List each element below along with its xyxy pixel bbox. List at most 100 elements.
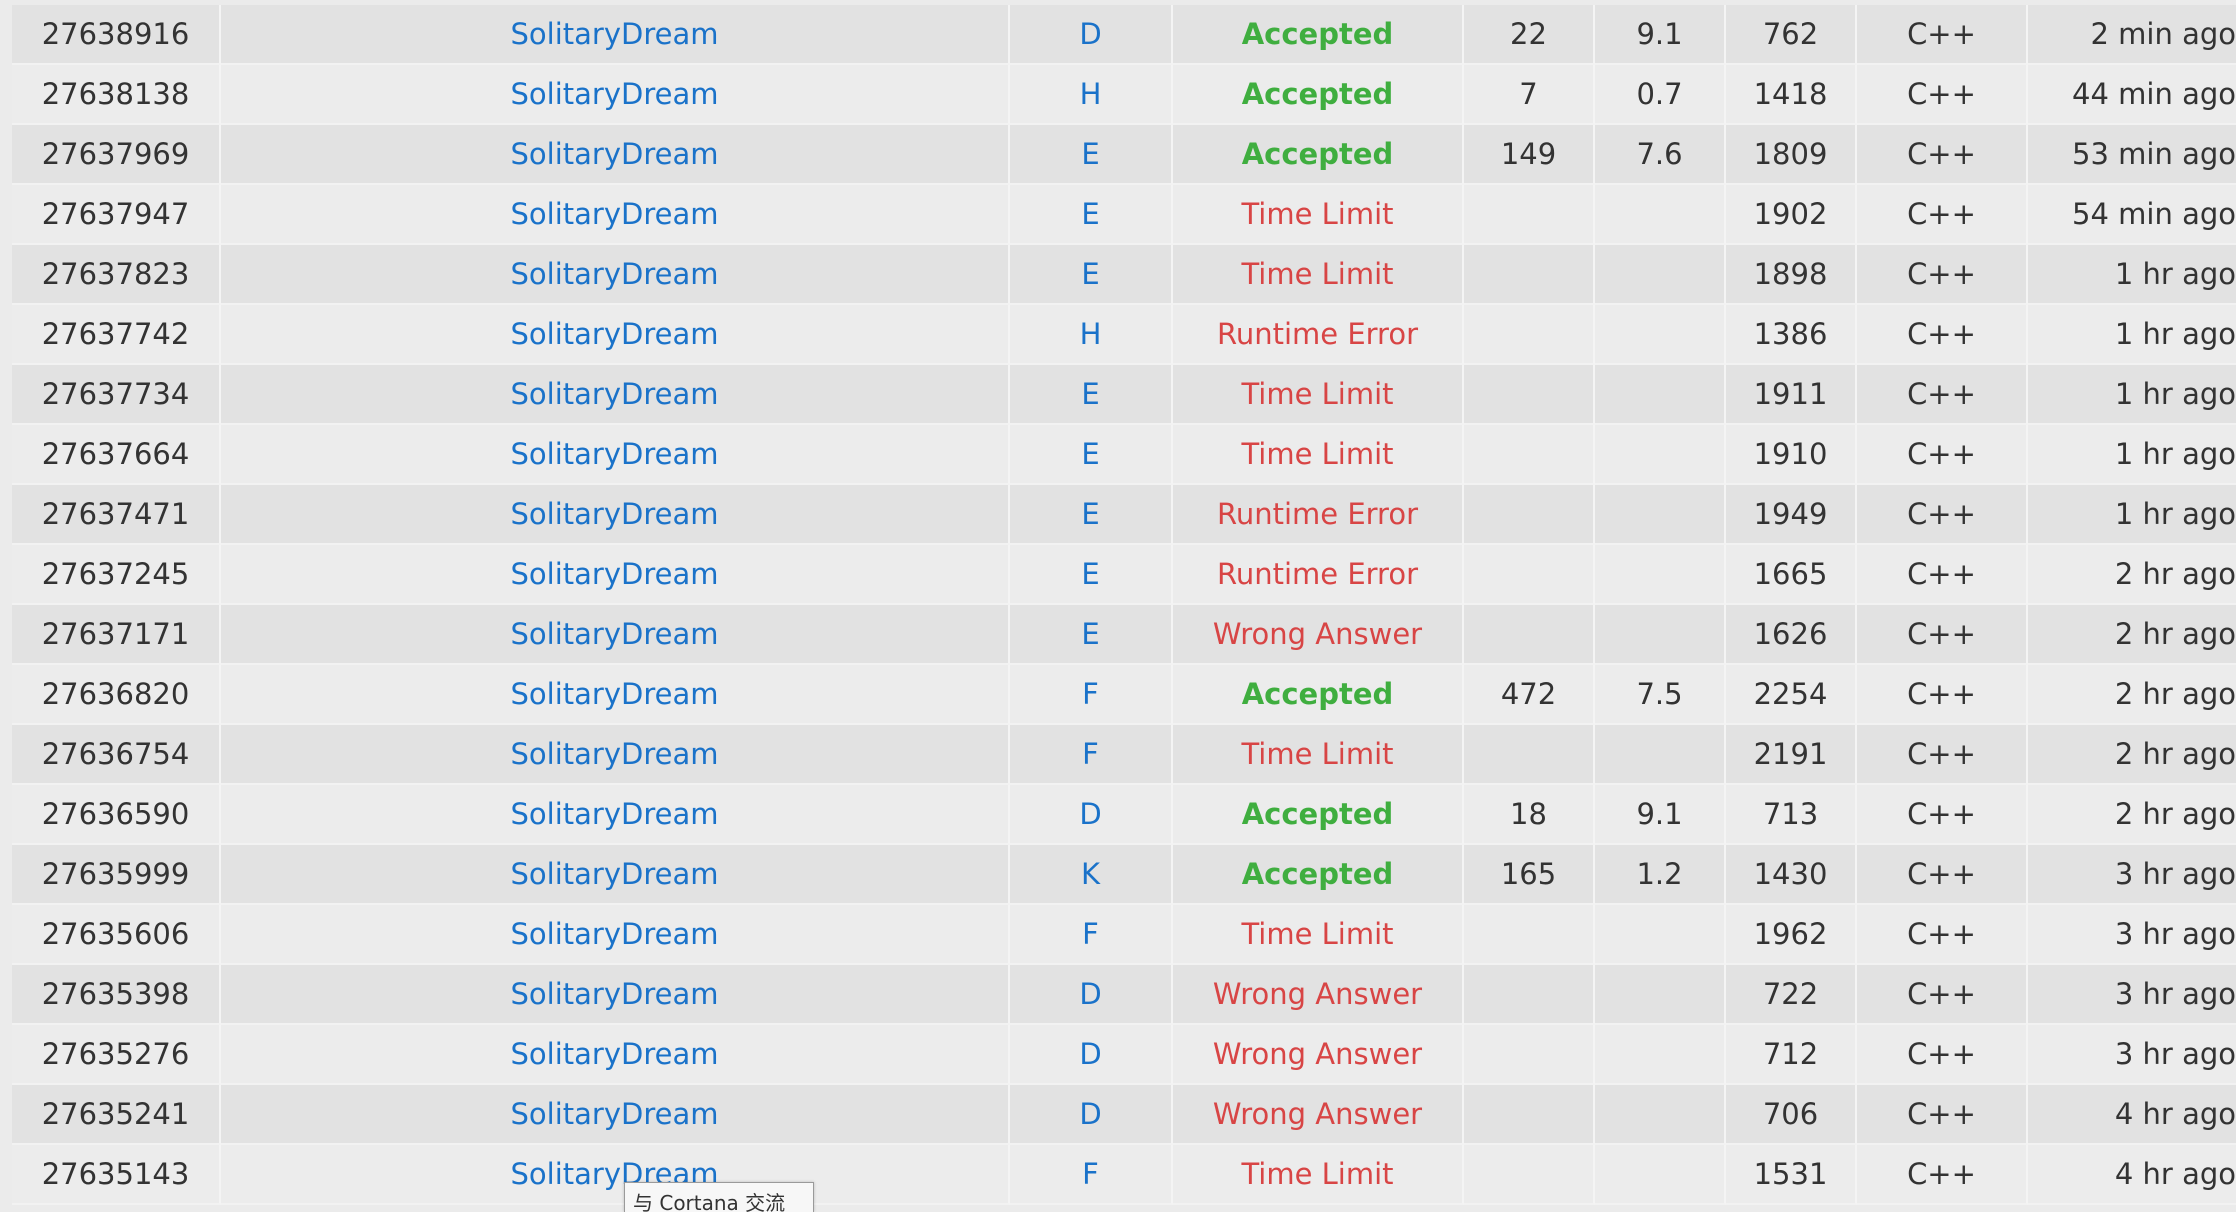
problem-link[interactable]: E <box>1010 545 1173 605</box>
submission-id[interactable]: 27637823 <box>12 245 221 305</box>
submission-id-text[interactable]: 27635606 <box>42 917 190 951</box>
submission-id-text[interactable]: 27638916 <box>42 17 190 51</box>
user-link-text[interactable]: SolitaryDream <box>511 857 719 891</box>
user-link[interactable]: SolitaryDream <box>221 965 1010 1025</box>
submission-id-text[interactable]: 27637734 <box>42 377 190 411</box>
problem-link-text[interactable]: K <box>1081 857 1100 891</box>
user-link[interactable]: SolitaryDream <box>221 725 1010 785</box>
submission-id-text[interactable]: 27635276 <box>42 1037 190 1071</box>
problem-link-text[interactable]: H <box>1080 77 1102 111</box>
user-link-text[interactable]: SolitaryDream <box>511 257 719 291</box>
submission-id-text[interactable]: 27635143 <box>42 1157 190 1191</box>
submission-id[interactable]: 27637969 <box>12 125 221 185</box>
submission-id-text[interactable]: 27636754 <box>42 737 190 771</box>
user-link-text[interactable]: SolitaryDream <box>511 797 719 831</box>
problem-link-text[interactable]: D <box>1079 797 1101 831</box>
problem-link[interactable]: E <box>1010 605 1173 665</box>
submission-id-text[interactable]: 27637245 <box>42 557 190 591</box>
problem-link[interactable]: F <box>1010 905 1173 965</box>
problem-link-text[interactable]: E <box>1081 617 1099 651</box>
submission-id[interactable]: 27635606 <box>12 905 221 965</box>
user-link[interactable]: SolitaryDream <box>221 65 1010 125</box>
user-link-text[interactable]: SolitaryDream <box>511 197 719 231</box>
user-link-text[interactable]: SolitaryDream <box>511 557 719 591</box>
user-link-text[interactable]: SolitaryDream <box>511 137 719 171</box>
user-link[interactable]: SolitaryDream <box>221 1145 1010 1205</box>
problem-link[interactable]: F <box>1010 665 1173 725</box>
submission-id[interactable]: 27637742 <box>12 305 221 365</box>
user-link[interactable]: SolitaryDream <box>221 905 1010 965</box>
submission-id[interactable]: 27637734 <box>12 365 221 425</box>
submission-id-text[interactable]: 27637171 <box>42 617 190 651</box>
submission-id-text[interactable]: 27635999 <box>42 857 190 891</box>
user-link[interactable]: SolitaryDream <box>221 365 1010 425</box>
user-link-text[interactable]: SolitaryDream <box>511 377 719 411</box>
user-link[interactable]: SolitaryDream <box>221 185 1010 245</box>
submission-id[interactable]: 27637171 <box>12 605 221 665</box>
user-link[interactable]: SolitaryDream <box>221 305 1010 365</box>
problem-link-text[interactable]: E <box>1081 137 1099 171</box>
user-link[interactable]: SolitaryDream <box>221 425 1010 485</box>
submission-id[interactable]: 27636590 <box>12 785 221 845</box>
problem-link[interactable]: D <box>1010 965 1173 1025</box>
problem-link[interactable]: E <box>1010 125 1173 185</box>
problem-link-text[interactable]: F <box>1082 677 1099 711</box>
problem-link-text[interactable]: E <box>1081 257 1099 291</box>
user-link-text[interactable]: SolitaryDream <box>511 917 719 951</box>
problem-link-text[interactable]: E <box>1081 497 1099 531</box>
submission-id[interactable]: 27637245 <box>12 545 221 605</box>
user-link[interactable]: SolitaryDream <box>221 485 1010 545</box>
problem-link[interactable]: E <box>1010 425 1173 485</box>
submission-id-text[interactable]: 27637823 <box>42 257 190 291</box>
user-link[interactable]: SolitaryDream <box>221 545 1010 605</box>
problem-link[interactable]: F <box>1010 1145 1173 1205</box>
user-link-text[interactable]: SolitaryDream <box>511 497 719 531</box>
submission-id-text[interactable]: 27636820 <box>42 677 190 711</box>
problem-link-text[interactable]: H <box>1080 317 1102 351</box>
problem-link[interactable]: D <box>1010 1025 1173 1085</box>
user-link[interactable]: SolitaryDream <box>221 1085 1010 1145</box>
problem-link[interactable]: E <box>1010 485 1173 545</box>
submission-id-text[interactable]: 27637742 <box>42 317 190 351</box>
problem-link[interactable]: E <box>1010 185 1173 245</box>
user-link[interactable]: SolitaryDream <box>221 5 1010 65</box>
problem-link[interactable]: F <box>1010 725 1173 785</box>
user-link[interactable]: SolitaryDream <box>221 245 1010 305</box>
submission-id[interactable]: 27637947 <box>12 185 221 245</box>
submission-id[interactable]: 27635398 <box>12 965 221 1025</box>
submission-id-text[interactable]: 27636590 <box>42 797 190 831</box>
submission-id[interactable]: 27635241 <box>12 1085 221 1145</box>
submission-id[interactable]: 27637471 <box>12 485 221 545</box>
problem-link-text[interactable]: E <box>1081 437 1099 471</box>
submission-id-text[interactable]: 27637664 <box>42 437 190 471</box>
submission-id[interactable]: 27636754 <box>12 725 221 785</box>
user-link-text[interactable]: SolitaryDream <box>511 1097 719 1131</box>
problem-link[interactable]: D <box>1010 1085 1173 1145</box>
problem-link[interactable]: D <box>1010 785 1173 845</box>
submission-id-text[interactable]: 27637969 <box>42 137 190 171</box>
submission-id-text[interactable]: 27635398 <box>42 977 190 1011</box>
user-link[interactable]: SolitaryDream <box>221 1025 1010 1085</box>
problem-link-text[interactable]: D <box>1079 1097 1101 1131</box>
user-link-text[interactable]: SolitaryDream <box>511 617 719 651</box>
problem-link-text[interactable]: E <box>1081 557 1099 591</box>
problem-link[interactable]: H <box>1010 305 1173 365</box>
submission-id[interactable]: 27638138 <box>12 65 221 125</box>
submission-id[interactable]: 27635143 <box>12 1145 221 1205</box>
user-link-text[interactable]: SolitaryDream <box>511 977 719 1011</box>
submission-id[interactable]: 27635276 <box>12 1025 221 1085</box>
user-link[interactable]: SolitaryDream <box>221 845 1010 905</box>
problem-link[interactable]: E <box>1010 245 1173 305</box>
submission-id-text[interactable]: 27637947 <box>42 197 190 231</box>
user-link[interactable]: SolitaryDream <box>221 785 1010 845</box>
problem-link[interactable]: H <box>1010 65 1173 125</box>
submission-id[interactable]: 27635999 <box>12 845 221 905</box>
problem-link-text[interactable]: F <box>1082 737 1099 771</box>
user-link-text[interactable]: SolitaryDream <box>511 437 719 471</box>
submission-id-text[interactable]: 27635241 <box>42 1097 190 1131</box>
user-link-text[interactable]: SolitaryDream <box>511 737 719 771</box>
problem-link-text[interactable]: F <box>1082 917 1099 951</box>
user-link-text[interactable]: SolitaryDream <box>511 317 719 351</box>
user-link-text[interactable]: SolitaryDream <box>511 677 719 711</box>
submission-id[interactable]: 27638916 <box>12 5 221 65</box>
